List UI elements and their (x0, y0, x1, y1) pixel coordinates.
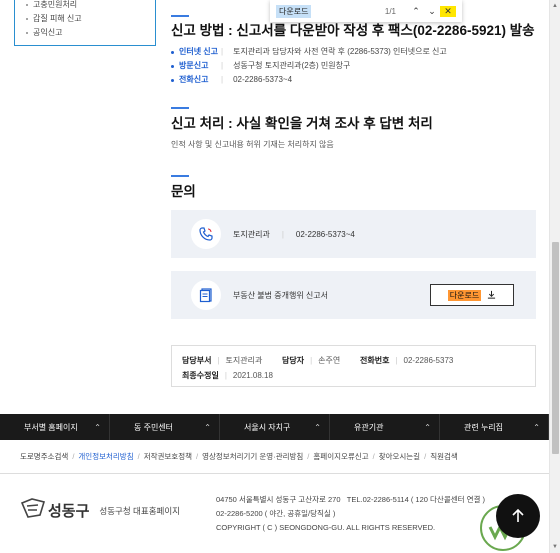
list-item: 인터넷 신고 | 토지관리과 담당자와 사전 연락 후 (2286-5373) 인… (171, 44, 447, 58)
phone-icon (191, 219, 221, 249)
chevron-up-icon: ⌃ (94, 422, 101, 432)
footer-nav-dong[interactable]: 동 주민센터 ⌃ (110, 414, 220, 440)
chevron-up-icon: ⌃ (204, 422, 211, 432)
dept-info-box: 담당부서 | 토지관리과 담당자 | 손주연 전화번호 | 02-2286-5373 최종수… (171, 345, 536, 387)
chevron-up-icon: ⌃ (424, 422, 431, 432)
section-accent (171, 175, 189, 177)
download-icon (487, 290, 496, 301)
sidebar-item-public[interactable]: 공익신고 (26, 26, 155, 40)
list-item: 전화신고 | 02-2286-5373~4 (171, 72, 447, 86)
footer-nav-related[interactable]: 유관기관 ⌃ (330, 414, 440, 440)
contact-dept: 토지관리과 (233, 229, 270, 239)
download-button[interactable]: 다운로드 (430, 284, 514, 306)
section-accent (171, 107, 189, 109)
sidebar-item-complaint[interactable]: 고충민원처리 (26, 0, 155, 12)
method-title: 신고 방법 : 신고서를 다운받아 작성 후 팩스(02-2286-5921) … (171, 23, 535, 38)
sidebar-submenu: 고충민원처리 갑질 피해 신고 공익신고 (14, 0, 156, 46)
link-cctv[interactable]: 영상정보처리기기 운영·관리방침 (202, 451, 303, 462)
process-note: 인적 사항 및 신고내용 허위 기재는 처리하지 않음 (171, 140, 334, 149)
scroll-down-icon[interactable]: ▼ (552, 544, 558, 550)
scrollbar-thumb[interactable] (552, 242, 559, 454)
link-directions[interactable]: 찾아오시는길 (379, 451, 420, 462)
section-accent (171, 15, 189, 17)
link-staff-search[interactable]: 직원검색 (430, 451, 458, 462)
arrow-up-icon (512, 508, 524, 522)
link-error-report[interactable]: 홈페이지오류신고 (313, 451, 368, 462)
report-method-list: 인터넷 신고 | 토지관리과 담당자와 사전 연락 후 (2286-5373) 인… (171, 44, 447, 86)
chevron-up-icon[interactable]: ⌃ (408, 6, 424, 17)
document-icon (191, 280, 221, 310)
page-scrollbar[interactable]: ▲ ▼ (549, 0, 560, 553)
footer-links: 도로명주소검색 / 개인정보처리방침 / 저작권보호정책 / 영상정보처리기기 운영·… (0, 440, 560, 474)
process-title: 신고 처리 : 사실 확인을 거쳐 조사 후 답변 처리 (171, 116, 433, 131)
contact-title: 문의 (171, 184, 196, 199)
scroll-top-button[interactable] (496, 494, 540, 538)
chevron-down-icon[interactable]: ⌄ (424, 6, 440, 17)
sidebar-item-gapjil[interactable]: 갑질 피해 신고 (26, 12, 155, 26)
footer-nav-seoul[interactable]: 서울시 자치구 ⌃ (220, 414, 330, 440)
footer-logo: 성동구 성동구청 대표홈페이지 (20, 497, 180, 524)
find-bar: 다운로드 1/1 ⌃ ⌄ ✕ (270, 0, 462, 22)
link-copyright[interactable]: 저작권보호정책 (144, 451, 192, 462)
form-name: 부동산 불법 중개행위 신고서 (233, 290, 328, 300)
footer-address: 04750 서울특별시 성동구 고산자로 270 TEL.02-2286-511… (216, 495, 485, 532)
list-item: 방문신고 | 성동구청 토지관리과(2층) 민원창구 (171, 58, 447, 72)
contact-phone: 02-2286-5373~4 (295, 229, 355, 239)
find-count: 1/1 (384, 6, 396, 16)
footer-site-nav: 부서별 홈페이지 ⌃ 동 주민센터 ⌃ 서울시 자치구 ⌃ 유관기관 ⌃ 관련 누리집 ⌃ (0, 414, 560, 440)
footer-nav-dept[interactable]: 부서별 홈페이지 ⌃ (0, 414, 110, 440)
chevron-up-icon: ⌃ (533, 422, 540, 432)
find-input[interactable]: 다운로드 (276, 4, 312, 18)
link-address-search[interactable]: 도로명주소검색 (20, 451, 68, 462)
scroll-up-icon[interactable]: ▲ (552, 3, 558, 9)
link-privacy[interactable]: 개인정보처리방침 (78, 451, 133, 462)
close-icon[interactable]: ✕ (440, 5, 456, 17)
contact-card: 토지관리과 | 02-2286-5373~4 (171, 210, 536, 258)
seongdong-logo-icon (20, 497, 46, 524)
download-card: 부동산 불법 중개행위 신고서 다운로드 (171, 271, 536, 319)
chevron-up-icon: ⌃ (314, 422, 321, 432)
footer-nav-sites[interactable]: 관련 누리집 ⌃ (440, 414, 549, 440)
